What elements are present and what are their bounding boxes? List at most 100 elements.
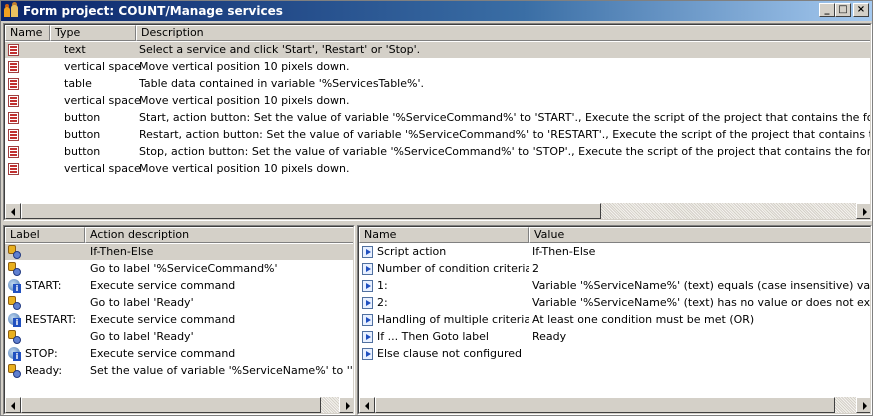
scroll-right-button[interactable] [856, 203, 870, 219]
property-icon [362, 246, 373, 258]
column-header-value[interactable]: Value [529, 227, 870, 243]
property-value: 2 [532, 262, 539, 275]
property-icon [362, 263, 373, 275]
action-icon [8, 296, 22, 310]
property-value: Ready [532, 330, 567, 343]
property-value: At least one condition must be met (OR) [532, 313, 755, 326]
script-action: Go to label 'Ready' [90, 296, 194, 309]
table-row[interactable]: table Table data contained in variable '… [5, 76, 870, 92]
column-header-type[interactable]: Type [50, 25, 136, 41]
script-row[interactable]: Go to label '%ServiceCommand%' [5, 261, 353, 277]
table-row[interactable]: vertical space Move vertical position 10… [5, 59, 870, 75]
table-row[interactable]: button Start, action button: Set the val… [5, 110, 871, 126]
property-row[interactable]: 1: Variable '%ServiceName%' (text) equal… [359, 278, 870, 294]
row-description: Move vertical position 10 pixels down. [139, 60, 350, 73]
table-row[interactable]: button Stop, action button: Set the valu… [5, 144, 870, 160]
properties-pane: Name Value Script action If-Then-Else Nu… [357, 225, 872, 415]
script-action: Execute service command [90, 279, 236, 292]
script-row[interactable]: Go to label 'Ready' [5, 295, 353, 311]
property-value [532, 346, 870, 362]
property-icon [362, 348, 373, 360]
row-description: Move vertical position 10 pixels down. [139, 94, 350, 107]
row-type: vertical space [64, 94, 141, 107]
action-icon [8, 262, 22, 276]
script-label: STOP: [25, 347, 58, 360]
close-button[interactable]: × [853, 3, 869, 17]
property-value: Variable '%ServiceName%' (text) has no v… [532, 296, 871, 309]
scroll-left-button[interactable] [359, 397, 375, 413]
table-row[interactable]: vertical space Move vertical position 10… [5, 161, 870, 177]
script-label [25, 244, 85, 260]
row-description: Start, action button: Set the value of v… [139, 111, 871, 124]
property-row[interactable]: Handling of multiple criteria At least o… [359, 312, 870, 328]
row-description: Select a service and click 'Start', 'Res… [139, 43, 421, 56]
title-bar[interactable]: Form project: COUNT/Manage services _ □ … [1, 1, 872, 21]
table-row[interactable]: text Select a service and click 'Start',… [5, 42, 870, 58]
horizontal-scrollbar[interactable] [5, 397, 353, 413]
property-row[interactable]: Else clause not configured [359, 346, 870, 362]
row-type: vertical space [64, 60, 141, 73]
script-row[interactable]: i RESTART: Execute service command [5, 312, 353, 328]
minimize-button[interactable]: _ [819, 3, 835, 17]
column-header-label[interactable]: Label [5, 227, 85, 243]
row-type: text [64, 43, 86, 56]
scroll-left-button[interactable] [5, 203, 21, 219]
property-icon [362, 331, 373, 343]
column-header-name[interactable]: Name [359, 227, 529, 243]
script-row[interactable]: Go to label 'Ready' [5, 329, 353, 345]
script-row[interactable]: i START: Execute service command [5, 278, 353, 294]
property-row[interactable]: If ... Then Goto label Ready [359, 329, 870, 345]
form-element-icon [8, 163, 19, 175]
form-element-icon [8, 129, 19, 141]
property-name: Handling of multiple criteria [377, 313, 529, 326]
script-row[interactable]: If-Then-Else [5, 244, 353, 260]
row-type: table [64, 77, 92, 90]
script-action: Go to label '%ServiceCommand%' [90, 262, 278, 275]
script-action: Execute service command [90, 347, 236, 360]
row-type: button [64, 145, 101, 158]
script-action: Execute service command [90, 313, 236, 326]
row-description: Move vertical position 10 pixels down. [139, 162, 350, 175]
label-icon: i [8, 347, 22, 361]
label-icon: i [8, 279, 22, 293]
script-label: Ready: [25, 364, 63, 377]
form-element-icon [8, 112, 19, 124]
script-label: START: [25, 279, 62, 292]
scrollbar-thumb[interactable] [375, 397, 835, 413]
scroll-right-button[interactable] [856, 397, 870, 413]
table-row[interactable]: vertical space Move vertical position 10… [5, 93, 870, 109]
column-header-description[interactable]: Description [136, 25, 870, 41]
horizontal-scrollbar[interactable] [5, 203, 870, 219]
form-project-icon [4, 2, 19, 18]
property-row[interactable]: Script action If-Then-Else [359, 244, 870, 260]
scroll-right-button[interactable] [339, 397, 353, 413]
action-icon [8, 364, 22, 378]
property-icon [362, 280, 373, 292]
property-row[interactable]: Number of condition criteria 2 [359, 261, 870, 277]
arrow-left-icon [11, 402, 15, 410]
property-row[interactable]: 2: Variable '%ServiceName%' (text) has n… [359, 295, 871, 311]
script-action: Go to label 'Ready' [90, 330, 194, 343]
maximize-button[interactable]: □ [835, 3, 851, 17]
action-icon [8, 245, 22, 259]
scrollbar-thumb[interactable] [21, 397, 321, 413]
form-element-icon [8, 44, 19, 56]
script-row[interactable]: i STOP: Execute service command [5, 346, 353, 362]
column-header-action-description[interactable]: Action description [85, 227, 353, 243]
arrow-left-icon [365, 402, 369, 410]
table-row[interactable]: button Restart, action button: Set the v… [5, 127, 870, 143]
script-row[interactable]: Ready: Set the value of variable '%Servi… [5, 363, 353, 379]
form-element-icon [8, 61, 19, 73]
row-type: button [64, 128, 101, 141]
script-label [25, 295, 85, 311]
arrow-right-icon [863, 208, 867, 216]
scroll-left-button[interactable] [5, 397, 21, 413]
property-value: If-Then-Else [532, 245, 596, 258]
form-element-icon [8, 78, 19, 90]
horizontal-scrollbar[interactable] [359, 397, 870, 413]
column-header-name[interactable]: Name [5, 25, 50, 41]
scrollbar-thumb[interactable] [21, 203, 601, 219]
arrow-left-icon [11, 208, 15, 216]
row-type: button [64, 111, 101, 124]
script-label: RESTART: [25, 313, 77, 326]
